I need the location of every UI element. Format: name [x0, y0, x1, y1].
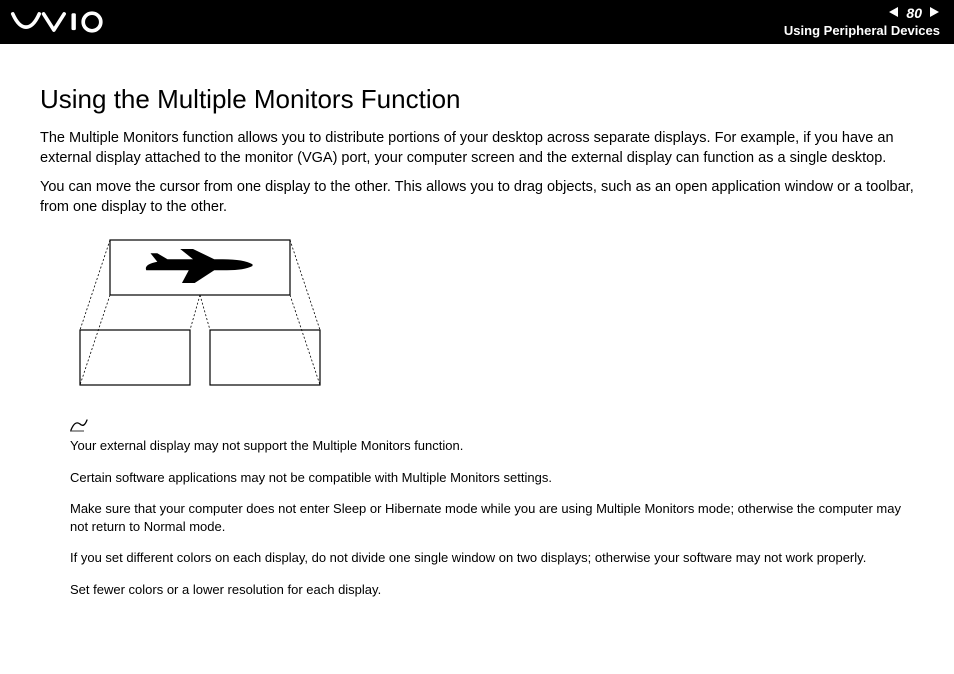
next-page-arrow-icon[interactable]	[928, 5, 940, 22]
note-icon	[70, 418, 914, 437]
section-title: Using Peripheral Devices	[784, 23, 940, 39]
prev-page-arrow-icon[interactable]	[888, 5, 900, 22]
note-2: Certain software applications may not be…	[70, 469, 914, 487]
multiple-monitors-diagram	[70, 235, 914, 400]
paragraph-1: The Multiple Monitors function allows yo…	[40, 129, 914, 168]
paragraph-2: You can move the cursor from one display…	[40, 178, 914, 217]
header-bar: 80 Using Peripheral Devices	[0, 0, 954, 44]
note-5: Set fewer colors or a lower resolution f…	[70, 581, 914, 599]
page-title: Using the Multiple Monitors Function	[40, 84, 914, 115]
header-right: 80 Using Peripheral Devices	[784, 5, 940, 38]
note-1: Your external display may not support th…	[70, 437, 914, 455]
page-number: 80	[906, 5, 922, 22]
note-4: If you set different colors on each disp…	[70, 549, 914, 567]
vaio-logo	[10, 11, 130, 33]
page-navigation: 80	[784, 5, 940, 22]
notes-block: Your external display may not support th…	[70, 437, 914, 598]
note-3: Make sure that your computer does not en…	[70, 500, 914, 535]
page-content: Using the Multiple Monitors Function The…	[0, 44, 954, 623]
